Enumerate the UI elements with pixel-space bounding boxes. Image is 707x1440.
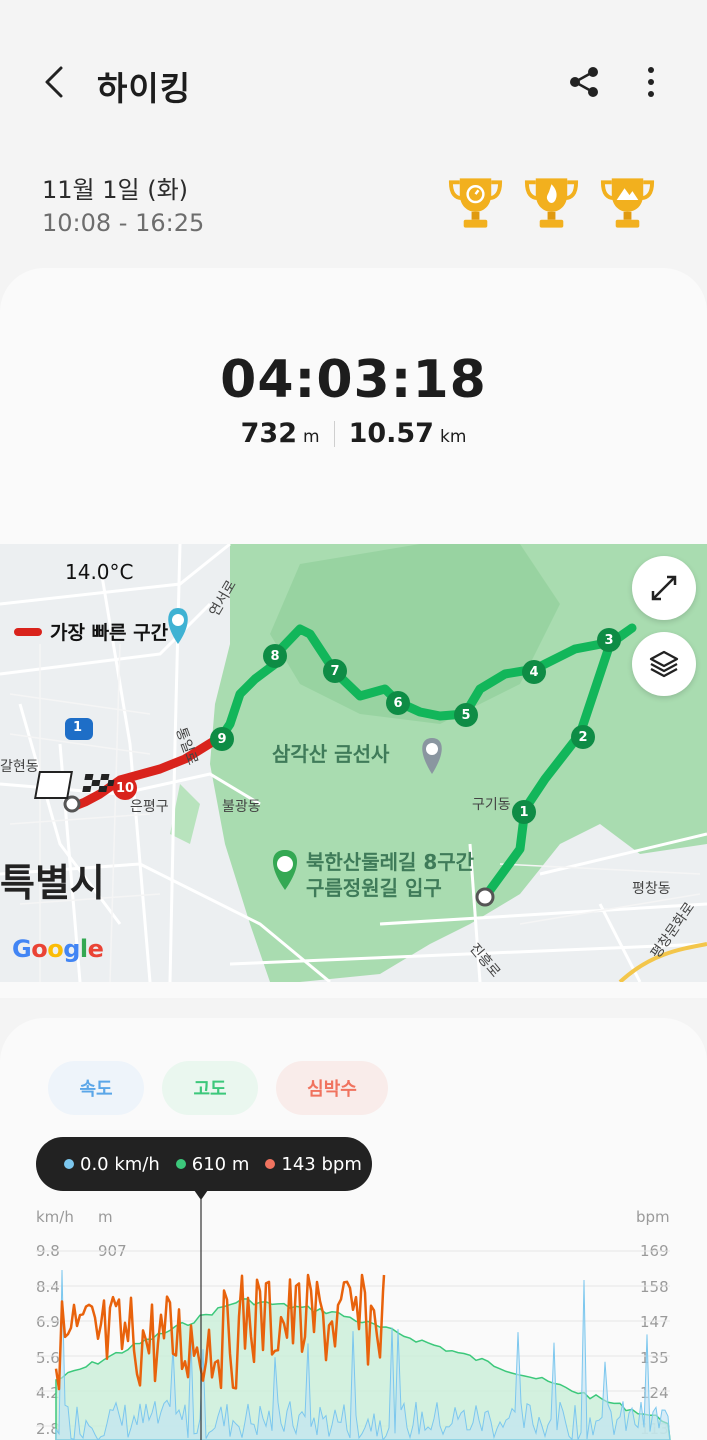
fastest-section-label: 가장 빠른 구간 xyxy=(50,622,169,644)
district-bulgwang: 불광동 xyxy=(222,799,261,815)
chart-tooltip: 0.0 km/h 610 m 143 bpm xyxy=(36,1137,372,1191)
end-point-icon xyxy=(63,795,81,813)
km-marker-7: 7 xyxy=(323,659,347,683)
trophy-stopwatch-icon[interactable] xyxy=(446,172,505,232)
city-label: 특별시 xyxy=(0,861,105,905)
trail-label-line1: 북한산둘레길 8구간 xyxy=(306,850,475,874)
expand-map-button[interactable] xyxy=(632,556,696,620)
trophy-fire-icon[interactable] xyxy=(522,172,581,232)
km-marker-9: 9 xyxy=(210,727,234,751)
district-gugi: 구기동 xyxy=(472,797,511,813)
total-duration: 04:03:18 xyxy=(220,350,487,410)
district-eunpyeong: 은평구 xyxy=(130,799,169,815)
km-marker-8: 8 xyxy=(263,644,287,668)
heart-rate-dot-icon xyxy=(265,1159,276,1169)
tooltip-speed-value: 0.0 km/h xyxy=(80,1153,160,1175)
tooltip-altitude: 610 m xyxy=(175,1153,250,1175)
tab-altitude[interactable]: 고도 xyxy=(162,1061,258,1115)
layers-icon xyxy=(649,650,679,678)
altitude-dot-icon xyxy=(175,1159,186,1169)
start-point-icon xyxy=(475,887,495,907)
distance-value: 10.57 xyxy=(348,418,434,449)
google-logo: Google xyxy=(12,935,104,963)
page-title: 하이킹 xyxy=(97,69,192,108)
km-marker-2: 2 xyxy=(571,725,595,749)
chart-tabs: 속도 고도 심박수 xyxy=(48,1061,388,1115)
temple-label: 삼각산 금선사 xyxy=(272,742,390,766)
district-pyeongchang: 평창동 xyxy=(632,881,671,897)
more-vertical-icon[interactable] xyxy=(636,64,666,100)
trophy-mountain-icon[interactable] xyxy=(598,172,657,232)
tab-heart-rate[interactable]: 심박수 xyxy=(276,1061,388,1115)
tab-speed[interactable]: 속도 xyxy=(48,1061,144,1115)
km-marker-5: 5 xyxy=(454,703,478,727)
tooltip-altitude-value: 610 m xyxy=(191,1153,250,1175)
elevation-unit: m xyxy=(303,427,320,447)
map-layers-button[interactable] xyxy=(632,632,696,696)
tooltip-heart-rate: 143 bpm xyxy=(265,1153,362,1175)
stats-divider xyxy=(333,420,335,447)
elevation-value: 732 xyxy=(240,418,297,449)
metrics-chart[interactable] xyxy=(0,1190,707,1440)
district-galhyeon: 갈현동 xyxy=(0,759,39,775)
route-badge-label: 1 xyxy=(73,720,83,735)
summary-stats: 732 m 10.57 km xyxy=(0,418,707,449)
km-marker-3: 3 xyxy=(597,628,621,652)
distance-unit: km xyxy=(439,427,467,447)
trophies xyxy=(446,172,657,232)
share-icon[interactable] xyxy=(566,64,602,100)
back-arrow-icon[interactable] xyxy=(36,62,76,102)
km-marker-4: 4 xyxy=(522,660,546,684)
km-marker-6: 6 xyxy=(386,691,410,715)
fastest-swatch xyxy=(14,627,42,636)
expand-icon xyxy=(651,575,677,601)
fastest-section-legend: 가장 빠른 구간 xyxy=(14,618,168,645)
session-time-range: 10:08 - 16:25 xyxy=(42,209,205,237)
speed-dot-icon xyxy=(64,1159,74,1169)
session-date: 11월 1일 (화) xyxy=(42,176,189,204)
tooltip-speed: 0.0 km/h xyxy=(64,1154,160,1175)
trail-label-line2: 구름정원길 입구 xyxy=(306,876,442,900)
temperature-label: 14.0°C xyxy=(65,560,134,584)
tooltip-hr-value: 143 bpm xyxy=(281,1153,362,1175)
header: 하이킹 xyxy=(0,0,707,165)
km-marker-1: 1 xyxy=(512,800,536,824)
